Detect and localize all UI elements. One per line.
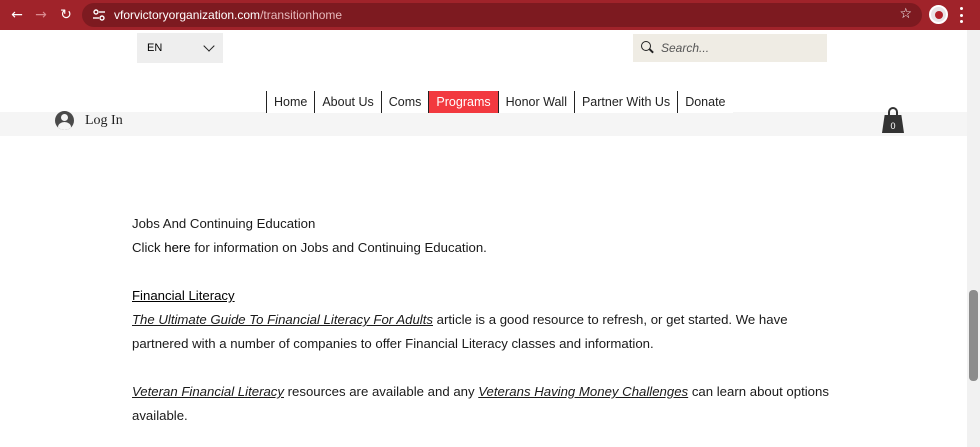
financial-partner-text: partnered with a number of companies to … [132, 336, 654, 351]
nav-item-donate[interactable]: Donate [677, 91, 733, 113]
veteran-rest-text: can learn about options [688, 384, 829, 399]
jobs-click-text: Click [132, 240, 165, 255]
nav-item-partner-with-us[interactable]: Partner With Us [573, 91, 678, 113]
chevron-down-icon [203, 40, 215, 52]
language-label: EN [147, 42, 163, 54]
page-content: Jobs And Continuing Education Click here… [132, 212, 832, 428]
login-label: Log In [85, 112, 123, 128]
veteran-financial-literacy-link[interactable]: Veteran Financial Literacy [132, 384, 284, 399]
veteran-available-text: available. [132, 408, 188, 423]
financial-guide-rest: article is a good resource to refresh, o… [433, 312, 788, 327]
url-host: vforvictoryorganization.com [114, 8, 261, 22]
veterans-money-challenges-link[interactable]: Veterans Having Money Challenges [478, 384, 688, 399]
jobs-title: Jobs And Continuing Education [132, 216, 316, 231]
financial-literacy-heading-link[interactable]: Financial Literacy [132, 288, 235, 303]
veteran-mid-text: resources are available and any [283, 384, 479, 399]
back-arrow-icon[interactable]: ← [4, 2, 30, 28]
financial-guide-paragraph: The Ultimate Guide To Financial Literacy… [132, 308, 832, 332]
cart-count: 0 [890, 120, 896, 131]
bookmark-star-icon[interactable]: ☆ [899, 6, 912, 22]
language-selector[interactable]: EN [137, 33, 223, 63]
shopping-bag-icon: 0 [882, 115, 904, 133]
search-input[interactable] [661, 41, 811, 55]
nav-item-honor-wall[interactable]: Honor Wall [497, 91, 574, 113]
browser-menu-icon[interactable] [960, 7, 964, 23]
bag-handle [888, 107, 898, 116]
search-icon [641, 41, 655, 55]
nav-item-home[interactable]: Home [266, 91, 315, 113]
financial-guide-link[interactable]: The Ultimate Guide To Financial Literacy… [132, 312, 433, 327]
cart-button[interactable]: 0 [882, 107, 904, 133]
main-menu: Home About Us Coms Programs Honor Wall Partne… [266, 91, 733, 113]
scrollbar-thumb[interactable] [969, 290, 978, 381]
forward-arrow-icon[interactable]: → [28, 2, 54, 28]
site-info-icon[interactable] [90, 6, 108, 24]
scrollbar-track[interactable] [967, 30, 980, 447]
url-text: vforvictoryorganization.com/transitionho… [114, 8, 342, 22]
nav-item-about-us[interactable]: About Us [314, 91, 381, 113]
nav-item-coms[interactable]: Coms [380, 91, 429, 113]
address-bar[interactable]: vforvictoryorganization.com/transitionho… [82, 3, 922, 27]
browser-toolbar: ← → ↻ vforvictoryorganization.com/transi… [0, 0, 980, 30]
site-search[interactable] [633, 34, 827, 62]
login-button[interactable]: Log In [55, 111, 123, 130]
jobs-paragraph: Click here for information on Jobs and C… [132, 236, 832, 260]
url-path: /transitionhome [260, 8, 343, 22]
jobs-rest-text: for information on Jobs and Continuing E… [190, 240, 487, 255]
financial-literacy-heading: Financial Literacy [132, 284, 832, 308]
jobs-here-link[interactable]: here [164, 240, 190, 255]
veteran-paragraph: Veteran Financial Literacy resources are… [132, 380, 832, 404]
user-avatar-icon [55, 111, 74, 130]
reload-icon[interactable]: ↻ [53, 2, 79, 28]
header-band [0, 112, 980, 136]
nav-item-programs[interactable]: Programs [428, 91, 498, 113]
profile-avatar-icon[interactable] [929, 5, 948, 24]
